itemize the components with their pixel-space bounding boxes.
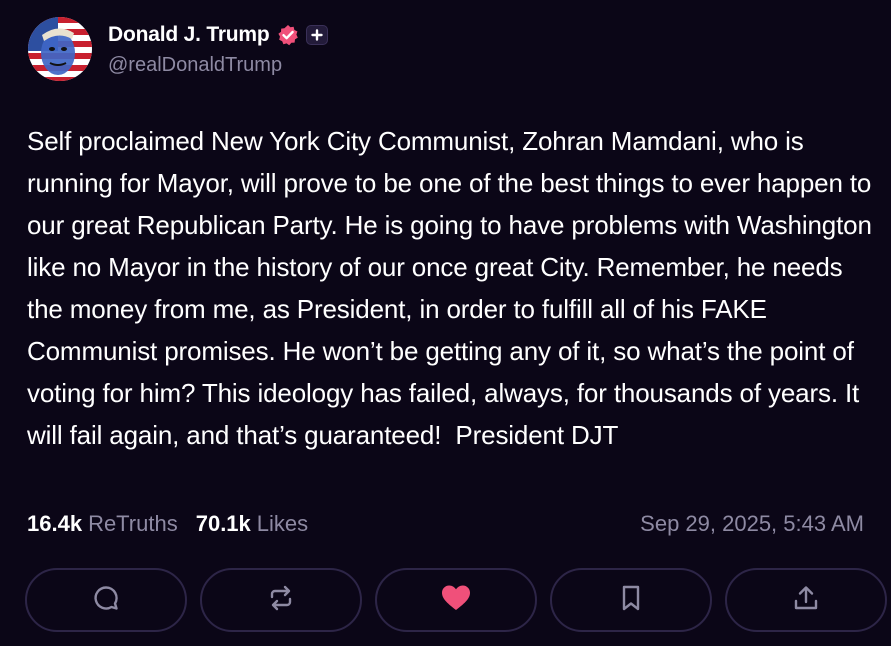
- user-handle[interactable]: @realDonaldTrump: [108, 54, 328, 77]
- like-button[interactable]: [375, 568, 537, 632]
- post-stats: 16.4k ReTruths 70.1k Likes: [27, 511, 308, 537]
- likes-label[interactable]: Likes: [257, 511, 308, 537]
- bookmark-icon: [616, 583, 646, 618]
- reply-button[interactable]: [25, 568, 187, 632]
- retruth-button[interactable]: [200, 568, 362, 632]
- retruths-count[interactable]: 16.4k: [27, 511, 82, 537]
- like-icon: [440, 583, 472, 618]
- display-name[interactable]: Donald J. Trump: [108, 23, 270, 47]
- share-button[interactable]: [725, 568, 887, 632]
- name-row: Donald J. Trump: [108, 22, 328, 48]
- retruths-label[interactable]: ReTruths: [88, 511, 178, 537]
- author-info: Donald J. Trump @realDonaldTrump: [108, 22, 328, 77]
- post-timestamp[interactable]: Sep 29, 2025, 5:43 AM: [640, 511, 864, 537]
- truth-post: Donald J. Trump @realDonaldTrump Self pr…: [0, 0, 891, 646]
- avatar[interactable]: [28, 17, 92, 81]
- post-header: Donald J. Trump @realDonaldTrump: [28, 17, 328, 81]
- likes-count[interactable]: 70.1k: [196, 511, 251, 537]
- reply-icon: [91, 583, 121, 618]
- action-bar: [25, 568, 887, 632]
- retruth-icon: [266, 583, 296, 618]
- bookmark-button[interactable]: [550, 568, 712, 632]
- verified-badge-icon: [277, 24, 299, 46]
- post-text: Self proclaimed New York City Communist,…: [27, 126, 879, 450]
- plus-badge-icon: [305, 24, 328, 45]
- share-icon: [791, 583, 821, 618]
